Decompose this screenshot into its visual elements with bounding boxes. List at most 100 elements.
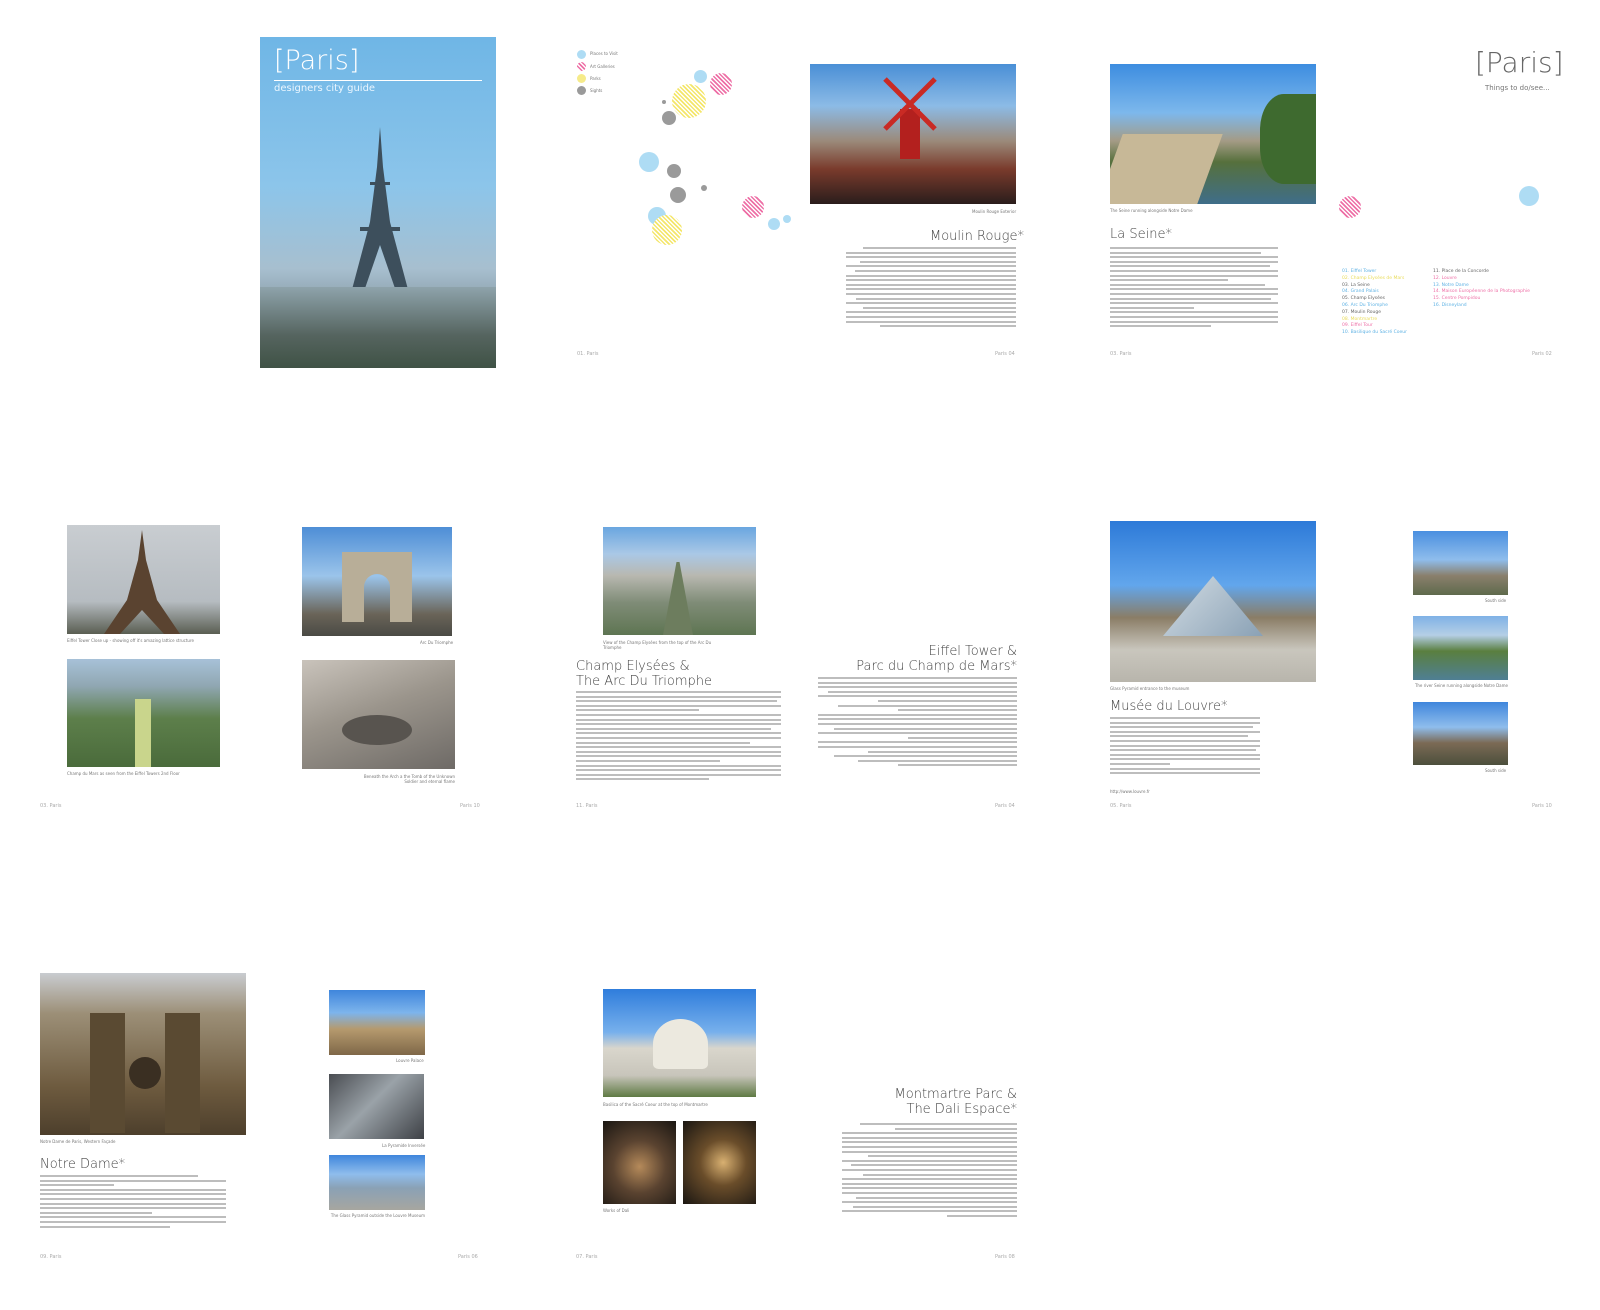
dali-sculpture-photo-2: [683, 1121, 756, 1204]
spread-4-folio-right: Paris 04: [995, 803, 1015, 809]
eiffel-heading-line: Eiffel Tower &: [928, 644, 1017, 659]
map-circle: [672, 84, 706, 118]
champ-de-mars-photo: [67, 659, 220, 767]
louvre-heading: Musée du Louvre*: [1110, 699, 1228, 714]
toc-item[interactable]: 12. Louvre: [1433, 276, 1530, 283]
contents-circle: [1519, 186, 1539, 206]
toc-item[interactable]: 02. Champ Elysées de Mars: [1342, 276, 1407, 283]
spread-2-folio-left: 03. Paris: [1110, 351, 1132, 357]
map-circle: [639, 152, 659, 172]
eiffel-heading-line: Parc du Champ de Mars*: [856, 659, 1017, 674]
map-circle: [670, 187, 686, 203]
toc-item[interactable]: 05. Champ Elysées: [1342, 296, 1407, 303]
cover-subtitle: designers city guide: [274, 83, 376, 94]
toc-item[interactable]: 11. Place de la Concorde: [1433, 269, 1530, 276]
map-circle: [768, 218, 780, 230]
arc-beneath-photo: [302, 660, 455, 769]
eiffel-champ-de-mars-heading: Eiffel Tower & Parc du Champ de Mars*: [810, 644, 1017, 674]
spread-1-folio-left: 01. Paris: [577, 351, 599, 357]
cover-city-skyline: [260, 287, 496, 368]
legend-label-places: Places to Visit: [590, 51, 618, 56]
louvre-body-text: [1110, 717, 1260, 781]
legend-dot-galleries: [577, 62, 586, 71]
glass-pyramid-caption: The Glass Pyramid outside the Louvre Mus…: [330, 1213, 425, 1218]
moulin-rouge-heading: Moulin Rouge*: [930, 229, 1024, 244]
map-circle: [783, 215, 791, 223]
toc-item[interactable]: 01. Eiffel Tower: [1342, 269, 1407, 276]
champ-elysees-body-text: [576, 691, 781, 793]
map-circle: [652, 215, 682, 245]
toc-item[interactable]: 06. Arc Du Triomphe: [1342, 303, 1407, 310]
glass-pyramid-photo: [329, 1155, 425, 1210]
dali-works-caption: Works of Dali: [603, 1208, 630, 1213]
spread-7-folio-right: Paris 08: [995, 1254, 1015, 1260]
arc-beneath-caption: Beneath the Arch a the Tomb of the Unkno…: [363, 774, 455, 784]
map-circle: [710, 73, 732, 95]
champ-elysees-photo: [603, 527, 756, 635]
louvre-url[interactable]: http://www.louvre.fr: [1110, 789, 1150, 794]
map-circle: [662, 100, 666, 104]
eiffel-closeup-photo: [67, 525, 220, 634]
la-seine-heading: La Seine*: [1110, 227, 1172, 242]
map-circle: [667, 164, 681, 178]
louvre-palace-photo: [329, 990, 425, 1055]
spread-5-folio-right: Paris 10: [1532, 803, 1552, 809]
champ-elysees-heading-line: Champ Elysées &: [576, 659, 690, 674]
la-seine-photo: [1110, 64, 1316, 204]
la-seine-body-text: [1110, 247, 1278, 333]
moulin-rouge-body-text: [846, 247, 1016, 335]
legend-label-sights: Sights: [590, 88, 603, 93]
spread-1-folio-right: Paris 04: [995, 351, 1015, 357]
champ-elysees-heading-line: The Arc Du Triomphe: [576, 674, 713, 689]
legend-label-parks: Parks: [590, 76, 601, 81]
map-circle: [701, 185, 707, 191]
toc-item[interactable]: 16. Disneyland: [1433, 303, 1530, 310]
toc-item[interactable]: 10. Basilique du Sacré Coeur: [1342, 330, 1407, 337]
arc-triomphe-caption: Arc Du Triomphe: [420, 640, 454, 645]
cover-title: [Paris]: [274, 45, 360, 76]
montmartre-heading: Montmartre Parc & The Dali Espace*: [810, 1087, 1017, 1117]
legend-dot-places: [577, 50, 586, 59]
moulin-rouge-caption: Moulin Rouge Exterior: [972, 209, 1017, 214]
montmartre-heading-line: Montmartre Parc &: [894, 1087, 1017, 1102]
dali-sculpture-photo-1: [603, 1121, 676, 1204]
montmartre-body-text: [842, 1123, 1017, 1228]
sacre-coeur-photo: [603, 989, 756, 1097]
spread-3-folio-left: 03. Paris: [40, 803, 62, 809]
spread-3-folio-right: Paris 10: [460, 803, 480, 809]
spread-5-folio-left: 05. Paris: [1110, 803, 1132, 809]
champ-de-mars-caption: Champ du Mars as seen from the Eiffel To…: [67, 771, 180, 776]
louvre-pyramid-photo: [1110, 521, 1316, 682]
spread-4-folio-left: 11. Paris: [576, 803, 598, 809]
notre-dame-facade-caption: Notre Dame de Paris, Western Façade: [40, 1139, 116, 1144]
louvre-pyramid-caption: Glass Pyramid entrance to the museum: [1110, 686, 1190, 691]
toc-item[interactable]: 15. Centre Pompidou: [1433, 296, 1530, 303]
sacre-coeur-caption: Basilica of the Sacré Coeur at the top o…: [603, 1102, 708, 1107]
spread-2-folio-right: Paris 02: [1532, 351, 1552, 357]
champ-elysees-heading: Champ Elysées & The Arc Du Triomphe: [576, 659, 712, 689]
notre-dame-side-caption: South side: [1485, 768, 1507, 773]
eiffel-champ-de-mars-body-text: [818, 677, 1017, 789]
spread-6-folio-left: 09. Paris: [40, 1254, 62, 1260]
cover-rule: [274, 80, 482, 81]
legend-label-galleries: Art Galleries: [590, 64, 615, 69]
champ-elysees-caption: View of the Champ Elysées from the top o…: [603, 640, 712, 650]
pyramide-inversee-caption: La Pyramide Inversée: [382, 1143, 426, 1148]
map-circle: [694, 70, 707, 83]
pyramide-inversee-photo: [329, 1074, 424, 1139]
seine-notre-dame-caption: The river Seine running alongside Notre …: [1414, 683, 1508, 688]
moulin-rouge-photo: [810, 64, 1016, 204]
notre-dame-side-photo: [1413, 702, 1508, 765]
notre-dame-facade-photo: [40, 973, 246, 1135]
arc-triomphe-photo: [302, 527, 452, 636]
map-circle: [742, 196, 764, 218]
map-circle: [662, 111, 676, 125]
cover-page: [Paris] designers city guide: [260, 37, 496, 368]
notre-dame-south-caption: South side: [1485, 598, 1507, 603]
la-seine-caption: The Seine running alongside Notre Dame: [1110, 208, 1193, 213]
toc-item[interactable]: 07. Moulin Rouge: [1342, 310, 1407, 317]
eiffel-closeup-caption: Eiffel Tower Close up - showing off it's…: [67, 638, 194, 643]
notre-dame-heading: Notre Dame*: [40, 1157, 126, 1172]
legend-dot-sights: [577, 86, 586, 95]
legend-dot-parks: [577, 74, 586, 83]
